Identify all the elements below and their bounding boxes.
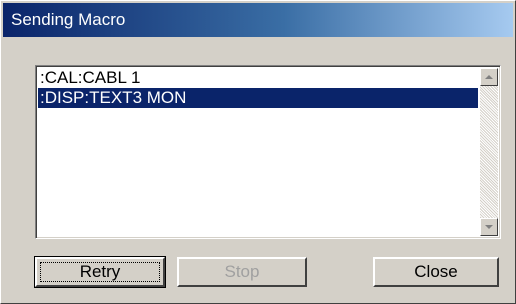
sending-macro-dialog: Sending Macro :CAL:CABL 1 :DISP:TEXT3 MO…	[0, 0, 516, 304]
arrow-up-icon	[485, 75, 493, 79]
retry-button[interactable]: Retry	[34, 256, 166, 288]
macro-command-list[interactable]: :CAL:CABL 1 :DISP:TEXT3 MON	[35, 65, 501, 239]
close-button-label: Close	[414, 262, 458, 281]
arrow-down-icon	[485, 225, 493, 229]
close-button[interactable]: Close	[373, 257, 499, 287]
stop-button[interactable]: Stop	[177, 257, 307, 287]
focus-rectangle	[40, 262, 160, 282]
list-items: :CAL:CABL 1 :DISP:TEXT3 MON	[38, 68, 478, 108]
stop-button-label: Stop	[224, 262, 260, 281]
window-title: Sending Macro	[11, 10, 126, 29]
vertical-scrollbar[interactable]	[480, 68, 498, 236]
list-item[interactable]: :CAL:CABL 1	[38, 68, 478, 88]
title-bar[interactable]: Sending Macro	[3, 3, 513, 37]
scroll-down-button[interactable]	[480, 218, 498, 236]
scroll-up-button[interactable]	[480, 68, 498, 86]
list-item-selected[interactable]: :DISP:TEXT3 MON	[38, 88, 478, 108]
